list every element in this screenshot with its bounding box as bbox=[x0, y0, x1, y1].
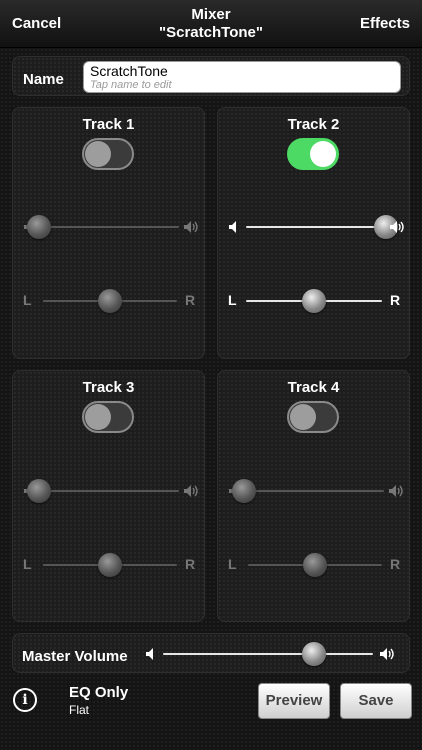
track-panel-4: Track 4 L R bbox=[217, 370, 410, 622]
slider-thumb[interactable] bbox=[303, 553, 327, 577]
slider-track bbox=[163, 653, 373, 655]
speaker-high-icon bbox=[380, 648, 394, 660]
speaker-high-icon bbox=[184, 221, 198, 233]
page-title: Mixer "ScratchTone" bbox=[0, 6, 422, 42]
slider-track bbox=[246, 226, 386, 228]
slider-track bbox=[39, 490, 179, 492]
track-enable-toggle[interactable] bbox=[82, 138, 134, 170]
pan-left-label: L bbox=[23, 292, 32, 308]
save-button[interactable]: Save bbox=[340, 683, 412, 719]
master-volume-panel: Master Volume bbox=[12, 633, 410, 673]
name-value: ScratchTone bbox=[90, 63, 168, 79]
toggle-knob bbox=[290, 404, 316, 430]
pan-slider[interactable] bbox=[246, 286, 382, 316]
volume-slider[interactable] bbox=[27, 212, 179, 242]
name-label: Name bbox=[23, 71, 64, 88]
pan-left-label: L bbox=[23, 556, 32, 572]
volume-slider[interactable] bbox=[27, 476, 179, 506]
effects-button[interactable]: Effects bbox=[360, 15, 410, 32]
pan-slider[interactable] bbox=[248, 550, 382, 580]
speaker-high-icon bbox=[390, 221, 404, 233]
slider-thumb[interactable] bbox=[98, 553, 122, 577]
navigation-bar: Cancel Mixer "ScratchTone" Effects bbox=[0, 0, 422, 48]
pan-slider[interactable] bbox=[43, 286, 177, 316]
eq-subtitle[interactable]: Flat bbox=[69, 703, 89, 717]
track-title: Track 4 bbox=[287, 379, 340, 396]
info-icon[interactable]: i bbox=[13, 688, 37, 712]
track-enable-toggle[interactable] bbox=[82, 401, 134, 433]
master-volume-label: Master Volume bbox=[22, 648, 128, 665]
track-title: Track 2 bbox=[287, 116, 340, 133]
slider-track bbox=[244, 490, 384, 492]
track-panel-1: Track 1 L R bbox=[12, 107, 205, 359]
toggle-knob bbox=[85, 404, 111, 430]
volume-slider[interactable] bbox=[232, 476, 384, 506]
slider-thumb[interactable] bbox=[27, 215, 51, 239]
pan-left-label: L bbox=[228, 292, 237, 308]
slider-thumb[interactable] bbox=[232, 479, 256, 503]
speaker-high-icon bbox=[184, 485, 198, 497]
title-line-2: "ScratchTone" bbox=[159, 24, 263, 41]
preview-button[interactable]: Preview bbox=[258, 683, 330, 719]
name-panel: Name ScratchTone Tap name to edit bbox=[12, 56, 410, 96]
track-enable-toggle[interactable] bbox=[287, 401, 339, 433]
master-volume-slider[interactable] bbox=[163, 639, 373, 669]
track-enable-toggle[interactable] bbox=[287, 138, 339, 170]
pan-right-label: R bbox=[185, 556, 196, 572]
volume-slider[interactable] bbox=[246, 212, 398, 242]
slider-track bbox=[39, 226, 179, 228]
track-panel-2: Track 2 L R bbox=[217, 107, 410, 359]
pan-left-label: L bbox=[228, 556, 237, 572]
speaker-low-icon bbox=[229, 221, 236, 233]
slider-thumb[interactable] bbox=[302, 642, 327, 666]
track-title: Track 3 bbox=[82, 379, 135, 396]
name-field[interactable]: ScratchTone Tap name to edit bbox=[83, 61, 401, 93]
track-title: Track 1 bbox=[82, 116, 135, 133]
speaker-low-icon bbox=[146, 648, 153, 660]
pan-right-label: R bbox=[390, 292, 401, 308]
pan-right-label: R bbox=[185, 292, 196, 308]
name-hint: Tap name to edit bbox=[90, 79, 172, 91]
slider-thumb[interactable] bbox=[27, 479, 51, 503]
eq-title[interactable]: EQ Only bbox=[69, 684, 128, 701]
toggle-knob bbox=[85, 141, 111, 167]
slider-thumb[interactable] bbox=[302, 289, 326, 313]
pan-slider[interactable] bbox=[43, 550, 177, 580]
track-panel-3: Track 3 L R bbox=[12, 370, 205, 622]
pan-right-label: R bbox=[390, 556, 401, 572]
speaker-high-icon bbox=[389, 485, 403, 497]
toggle-knob bbox=[310, 141, 336, 167]
title-line-1: Mixer bbox=[191, 6, 231, 23]
slider-thumb[interactable] bbox=[98, 289, 122, 313]
